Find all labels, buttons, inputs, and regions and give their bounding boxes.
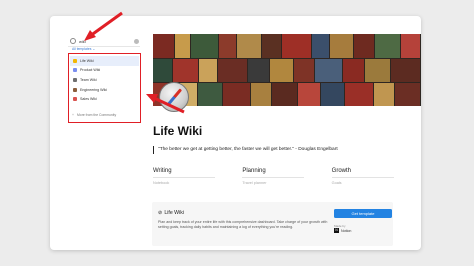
sales-wiki-icon (73, 97, 77, 102)
column-divider (242, 177, 305, 178)
column-planning: Planning Travel planner (242, 168, 331, 185)
result-label: Engineering Wiki (80, 87, 107, 92)
result-item-life-wiki[interactable]: Life Wiki (70, 56, 139, 66)
template-info-card: ⊘ Life Wiki Plan and keep track of your e… (152, 202, 393, 246)
notion-logo-icon: N (334, 228, 339, 233)
arrow-to-search (84, 11, 123, 41)
result-item-team-wiki[interactable]: Team Wiki (70, 75, 139, 85)
column-heading: Writing (153, 168, 172, 174)
engineering-wiki-icon (73, 87, 77, 92)
card-title-text: Life Wiki (164, 210, 184, 216)
result-label: Sales Wiki (80, 97, 97, 102)
column-writing: Writing Notebook (153, 168, 242, 185)
search-icon (70, 38, 76, 44)
product-wiki-icon (73, 68, 77, 73)
column-link[interactable]: Travel planner (242, 181, 331, 185)
column-growth: Growth Goals (331, 168, 421, 185)
result-item-product-wiki[interactable]: Product Wiki (70, 66, 139, 76)
result-label: Product Wiki (80, 68, 101, 73)
author-row[interactable]: N Notion (334, 228, 351, 233)
life-wiki-icon (73, 58, 77, 63)
result-label: Life Wiki (80, 58, 94, 63)
result-label: Team Wiki (80, 77, 97, 82)
page-quote: "The better we get at getting better, th… (153, 146, 338, 154)
more-label: More from the Community (76, 113, 117, 117)
column-heading: Planning (242, 168, 266, 174)
plus-icon: + (72, 113, 74, 117)
column-link[interactable]: Goals (332, 181, 421, 185)
column-divider (153, 177, 215, 178)
category-columns: Writing Notebook Planning Travel planner… (153, 168, 421, 185)
column-divider (331, 177, 394, 178)
get-template-button[interactable]: Get template (334, 209, 392, 218)
search-results-list: Life Wiki Product Wiki Team Wiki Enginee… (70, 56, 139, 104)
page-title: Life Wiki (153, 124, 203, 138)
card-description: Plan and keep track of your entire life … (158, 220, 328, 229)
result-item-engineering-wiki[interactable]: Engineering Wiki (70, 85, 139, 95)
template-gallery-window: All templates ⌄ Life Wiki Product Wiki T… (50, 16, 421, 250)
more-from-community-link[interactable]: + More from the Community (72, 113, 116, 117)
compass-small-icon: ⊘ (158, 210, 163, 216)
arrow-to-results (146, 94, 185, 114)
column-heading: Growth (331, 168, 351, 174)
cover-image (153, 34, 421, 106)
result-item-sales-wiki[interactable]: Sales Wiki (70, 94, 139, 104)
author-name: Notion (341, 228, 352, 233)
team-wiki-icon (73, 77, 77, 82)
card-title: ⊘ Life Wiki (158, 210, 184, 216)
column-link[interactable]: Notebook (153, 181, 242, 185)
